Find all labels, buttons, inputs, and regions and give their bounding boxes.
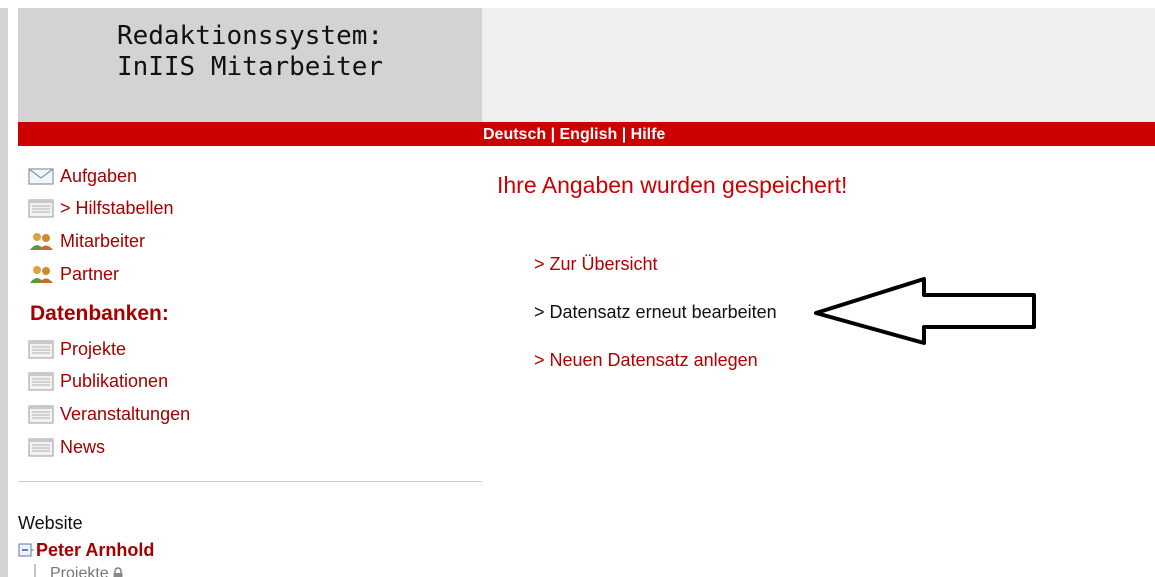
header-title-line1: Redaktionssystem: xyxy=(116,21,384,51)
saved-confirmation-message: Ihre Angaben wurden gespeichert! xyxy=(497,172,848,198)
tree-line-icon xyxy=(32,564,50,577)
table-icon xyxy=(28,198,54,218)
lang-english-link[interactable]: English xyxy=(560,126,618,143)
sidebar-item-projekte[interactable]: Projekte xyxy=(28,337,126,361)
sidebar-item-mitarbeiter[interactable]: Mitarbeiter xyxy=(28,229,145,253)
databases-heading: Datenbanken: xyxy=(30,302,169,325)
users-icon xyxy=(28,231,54,251)
tree-node-label: Peter Arnhold xyxy=(36,539,155,560)
sidebar-item-label: News xyxy=(60,436,106,457)
lang-separator: | xyxy=(546,126,560,143)
annotation-arrow-icon xyxy=(814,277,1036,345)
users-icon xyxy=(28,264,54,284)
lock-icon xyxy=(112,567,124,577)
tree-collapse-icon[interactable] xyxy=(18,541,34,559)
tree-node-peter-arnhold[interactable]: Peter Arnhold xyxy=(18,539,154,561)
sidebar-item-label: Mitarbeiter xyxy=(60,230,146,251)
sidebar-item-label: Publikationen xyxy=(60,370,169,391)
sidebar-item-label: Projekte xyxy=(60,338,127,359)
table-icon xyxy=(28,371,54,391)
tree-node-projekte[interactable]: Projekte xyxy=(32,564,124,577)
app-header-title: Redaktionssystem: InIIS Mitarbeiter xyxy=(18,8,482,122)
lang-separator: | xyxy=(617,126,631,143)
sidebar-item-label: > Hilfstabellen xyxy=(60,197,174,218)
create-new-record-link[interactable]: > Neuen Datensatz anlegen xyxy=(534,350,758,371)
website-tree-label: Website xyxy=(18,513,83,533)
sidebar-item-label: Partner xyxy=(60,263,120,284)
sidebar-item-partner[interactable]: Partner xyxy=(28,262,119,286)
sidebar-item-veranstaltungen[interactable]: Veranstaltungen xyxy=(28,402,190,426)
sidebar-item-news[interactable]: News xyxy=(28,435,105,459)
help-link[interactable]: Hilfe xyxy=(631,126,666,143)
lang-deutsch-link[interactable]: Deutsch xyxy=(483,126,546,143)
envelope-icon xyxy=(28,166,54,186)
left-border-strip xyxy=(0,8,8,577)
sidebar-divider xyxy=(18,481,482,482)
tree-node-label: Projekte xyxy=(50,565,109,577)
sidebar-item-aufgaben[interactable]: Aufgaben xyxy=(28,164,137,188)
table-icon xyxy=(28,404,54,424)
table-icon xyxy=(28,437,54,457)
overview-link[interactable]: > Zur Übersicht xyxy=(534,254,658,275)
sidebar-item-label: Aufgaben xyxy=(60,165,138,186)
header-title-line2: InIIS Mitarbeiter xyxy=(116,52,384,82)
table-icon xyxy=(28,339,54,359)
header-banner xyxy=(482,8,1155,122)
sidebar-item-label: Veranstaltungen xyxy=(60,403,191,424)
language-links: Deutsch | English | Hilfe xyxy=(483,126,665,144)
sidebar-item-hilfstabellen[interactable]: > Hilfstabellen xyxy=(28,196,174,220)
sidebar-item-publikationen[interactable]: Publikationen xyxy=(28,369,168,393)
edit-record-again-link[interactable]: > Datensatz erneut bearbeiten xyxy=(534,302,777,323)
